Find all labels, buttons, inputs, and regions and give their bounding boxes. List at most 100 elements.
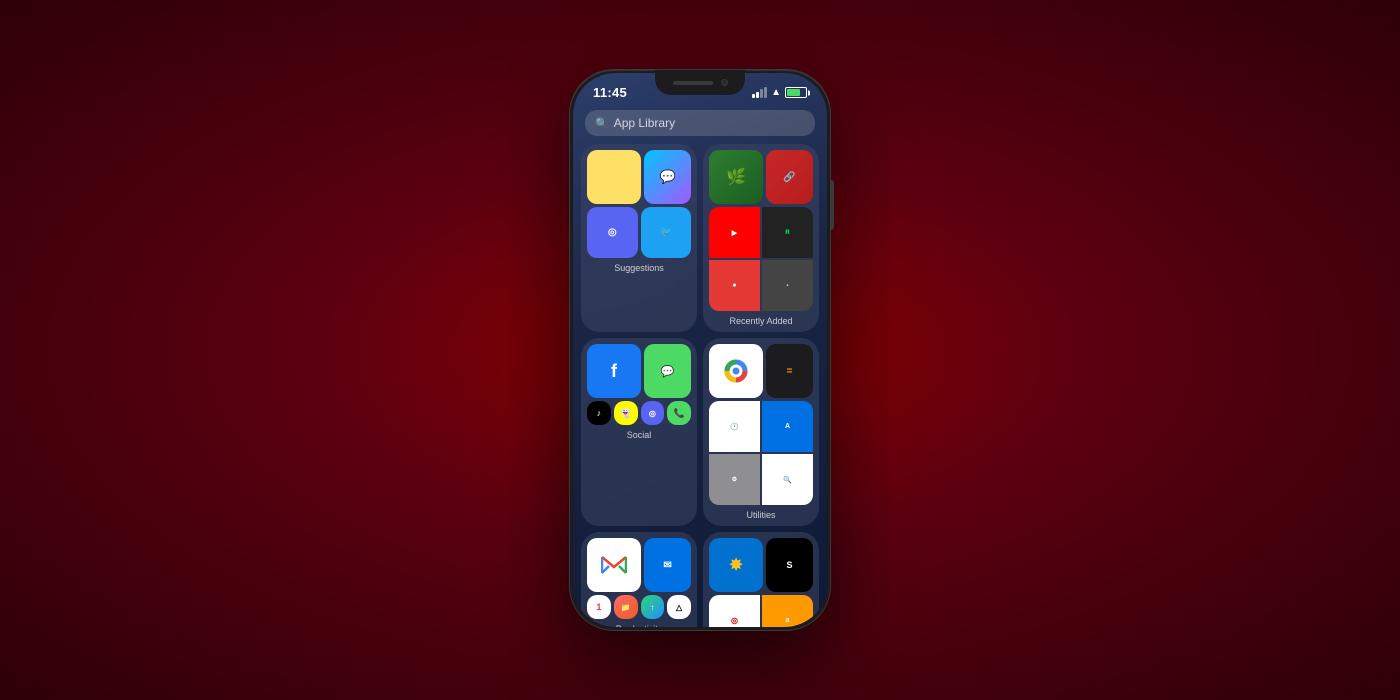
app-library-grid: 💬 ◎ 🐦 Suggestions xyxy=(573,144,827,627)
app-row-1: 💬 ◎ 🐦 Suggestions xyxy=(581,144,819,332)
folder-social[interactable]: f 💬 ♪ 👻 xyxy=(581,338,697,526)
mini-amazon: a xyxy=(762,595,813,627)
app-link[interactable]: 🔗 xyxy=(766,150,813,204)
notes-icon xyxy=(610,167,618,188)
app-tiktok[interactable]: ♪ xyxy=(587,401,611,425)
folder-shopping[interactable]: ✸ S ◎ xyxy=(703,532,819,627)
app-mail[interactable]: ✉ xyxy=(644,538,691,592)
search-icon: 🔍 xyxy=(595,117,609,130)
mini-r: R xyxy=(762,207,813,258)
status-time: 11:45 xyxy=(593,85,627,100)
facebook-icon: f xyxy=(611,361,617,382)
battery-icon xyxy=(785,87,807,98)
mini-dark: ▪ xyxy=(762,260,813,311)
discord-icon: ◎ xyxy=(608,227,617,238)
app-messenger[interactable]: 💬 xyxy=(644,150,691,204)
folder-label-utilities: Utilities xyxy=(709,510,813,520)
phone-shell: 11:45 ▲ 🔍 App Library xyxy=(570,70,830,630)
mini-settings: ⚙ xyxy=(709,454,760,505)
messenger-icon: 💬 xyxy=(659,169,675,185)
signal-icon xyxy=(752,87,767,98)
folder-productivity[interactable]: ✉ 1 📁 ↑ xyxy=(581,532,697,627)
folder-top-row: ✉ xyxy=(587,538,691,592)
app-discord[interactable]: ◎ xyxy=(587,207,638,258)
mini-grid-utilities: 🕐 A ⚙ 🔍 xyxy=(709,401,813,505)
screen: 11:45 ▲ 🔍 App Library xyxy=(573,73,827,627)
search-placeholder: App Library xyxy=(614,116,675,130)
folder-bottom-mini: 🕐 A ⚙ 🔍 xyxy=(709,401,813,505)
app-row-2: f 💬 ♪ 👻 xyxy=(581,338,819,526)
app-snapchat[interactable]: 👻 xyxy=(614,401,638,425)
mini-youtube: ▶ xyxy=(709,207,760,258)
mail-icon: ✉ xyxy=(663,560,671,571)
front-camera xyxy=(721,79,728,86)
mini-magnify: 🔍 xyxy=(762,454,813,505)
folder-top-row: ✸ S xyxy=(709,538,813,592)
app-chrome[interactable] xyxy=(709,344,763,398)
folder-label-suggestions: Suggestions xyxy=(587,263,691,273)
folder-bottom-row: 1 📁 ↑ △ xyxy=(587,595,691,619)
shein-icon: S xyxy=(787,560,793,570)
app-drive[interactable]: △ xyxy=(667,595,691,619)
calendar-icon: 1 xyxy=(596,602,601,612)
snapchat-icon: 👻 xyxy=(620,408,631,419)
folder-top-row: 💬 xyxy=(587,150,691,204)
app-files[interactable]: 📁 xyxy=(614,595,638,619)
status-icons: ▲ xyxy=(752,87,807,98)
folder-bottom-mini: ▶ R ● ▪ xyxy=(709,207,813,311)
mini-clock: 🕐 xyxy=(709,401,760,452)
twitter-icon: 🐦 xyxy=(660,227,672,238)
mini-appstore: A xyxy=(762,401,813,452)
app-twitter[interactable]: 🐦 xyxy=(641,207,692,258)
mini-grid-recently-added: ▶ R ● ▪ xyxy=(709,207,813,311)
up-icon: ↑ xyxy=(650,603,654,612)
app-row-3: ✉ 1 📁 ↑ xyxy=(581,532,819,627)
mini-target: ◎ xyxy=(709,595,760,627)
app-phone[interactable]: 📞 xyxy=(667,401,691,425)
app-shop-mini[interactable]: ◎ a e ib xyxy=(709,595,813,627)
app-messages[interactable]: 💬 xyxy=(644,344,691,398)
app-utils-mini[interactable]: 🕐 A ⚙ 🔍 xyxy=(709,401,813,505)
app-notes[interactable] xyxy=(587,150,641,204)
mini-grid-shopping: ◎ a e ib xyxy=(709,595,813,627)
drive-icon: △ xyxy=(676,603,682,612)
chrome-icon xyxy=(723,358,749,384)
app-up[interactable]: ↑ xyxy=(641,595,665,619)
folder-recently-added[interactable]: 🌿 🔗 ▶ xyxy=(703,144,819,332)
phone-icon: 📞 xyxy=(674,408,685,419)
folder-utilities[interactable]: = 🕐 A xyxy=(703,338,819,526)
app-recent-mini[interactable]: ▶ R ● ▪ xyxy=(709,207,813,311)
phone-inner: 11:45 ▲ 🔍 App Library xyxy=(573,73,827,627)
app-gmail[interactable] xyxy=(587,538,641,592)
files-icon: 📁 xyxy=(621,603,631,612)
folder-top-row: 🌿 🔗 xyxy=(709,150,813,204)
app-calendar[interactable]: 1 xyxy=(587,595,611,619)
folder-top-row: f 💬 xyxy=(587,344,691,398)
app-discord-2[interactable]: ◎ xyxy=(641,401,665,425)
gmail-icon xyxy=(601,555,627,575)
folder-suggestions[interactable]: 💬 ◎ 🐦 Suggestions xyxy=(581,144,697,332)
wifi-icon: ▲ xyxy=(771,87,781,98)
folder-bottom-row: ◎ 🐦 xyxy=(587,207,691,258)
notch xyxy=(655,70,745,95)
folder-label-social: Social xyxy=(587,430,691,440)
app-tree[interactable]: 🌿 xyxy=(709,150,763,204)
messages-icon: 💬 xyxy=(661,365,675,378)
walmart-icon: ✸ xyxy=(729,555,742,575)
folder-bottom-mini: ◎ a e ib xyxy=(709,595,813,627)
folder-label-productivity: Productivity xyxy=(587,624,691,627)
search-bar[interactable]: 🔍 App Library xyxy=(585,110,815,136)
folder-top-row: = xyxy=(709,344,813,398)
link-icon: 🔗 xyxy=(783,172,795,183)
search-bar-container[interactable]: 🔍 App Library xyxy=(573,104,827,144)
tiktok-icon: ♪ xyxy=(597,408,602,418)
app-walmart[interactable]: ✸ xyxy=(709,538,763,592)
app-shein[interactable]: S xyxy=(766,538,813,592)
mini-red1: ● xyxy=(709,260,760,311)
battery-level xyxy=(787,89,800,96)
app-facebook[interactable]: f xyxy=(587,344,641,398)
tree-icon: 🌿 xyxy=(726,167,746,187)
app-calculator[interactable]: = xyxy=(766,344,813,398)
folder-bottom-row: ♪ 👻 ◎ 📞 xyxy=(587,401,691,425)
calc-icon: = xyxy=(787,366,793,377)
